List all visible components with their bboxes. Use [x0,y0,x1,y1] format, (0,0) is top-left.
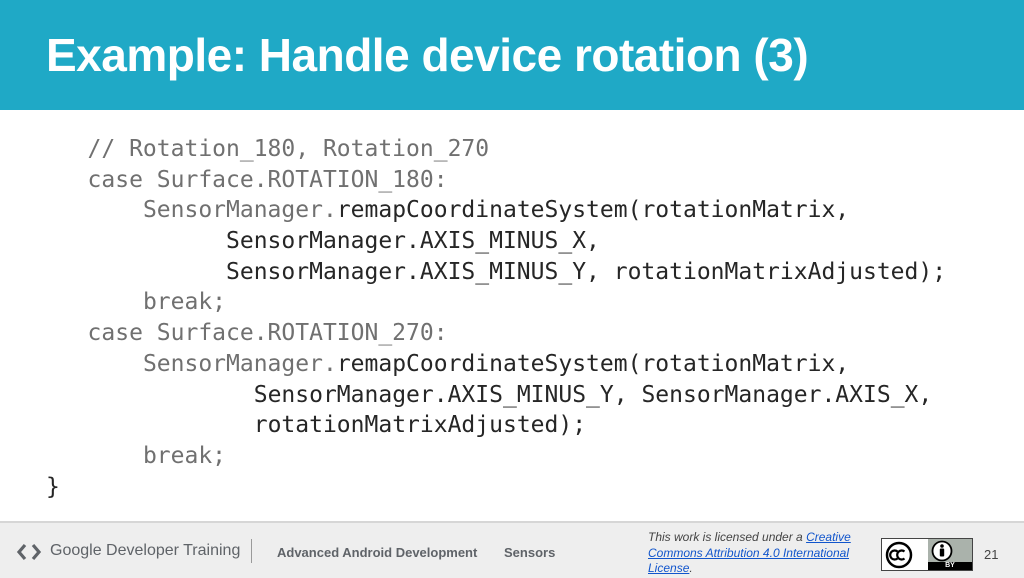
google-developers-logo-icon [16,543,42,561]
license-notice: This work is licensed under a Creative C… [648,530,873,577]
code-line: } [46,472,946,503]
footer-divider [251,539,252,563]
slide-header: Example: Handle device rotation (3) [0,0,1024,110]
code-line: break; [46,287,946,318]
code-token: break; [142,289,227,316]
code-line: SensorManager.remapCoordinateSystem(rota… [46,349,946,380]
code-token: break; [142,442,227,469]
slide-footer: Google Developer Training Advanced Andro… [0,521,1024,578]
code-line: SensorManager.AXIS_MINUS_Y, rotationMatr… [46,257,946,288]
code-block: // Rotation_180, Rotation_270 case Surfa… [46,134,946,502]
license-suffix: . [689,561,693,575]
code-token: SensorManager. [142,350,337,377]
code-token: SensorManager. [142,197,337,224]
code-token: // Rotation_180, Rotation_270 [87,136,490,162]
topic-name: Sensors [504,545,556,560]
code-line: case Surface.ROTATION_180: [46,165,946,196]
brand-name: Google Developer Training [50,542,241,559]
code-token: } [46,473,60,500]
code-token: SensorManager.AXIS_MINUS_Y, SensorManage… [253,381,933,408]
license-prefix: This work is licensed under a [648,530,807,544]
code-line: SensorManager.remapCoordinateSystem(rota… [46,195,946,226]
code-token: SensorManager.AXIS_MINUS_Y, rotationMatr… [226,258,947,285]
code-line: case Surface.ROTATION_270: [46,318,946,349]
page-number: 21 [984,547,999,562]
course-name: Advanced Android Development [277,545,478,560]
code-line: // Rotation_180, Rotation_270 [46,134,946,165]
code-line: SensorManager.AXIS_MINUS_X, [46,226,946,257]
code-token: case Surface.ROTATION_180: [87,166,448,193]
code-line: rotationMatrixAdjusted); [46,410,946,441]
slide-title: Example: Handle device rotation (3) [46,29,809,81]
code-token: remapCoordinateSystem(rotationMatrix, [336,350,850,377]
code-token: rotationMatrixAdjusted); [253,412,587,439]
code-line: SensorManager.AXIS_MINUS_Y, SensorManage… [46,380,946,411]
code-line: break; [46,441,946,472]
code-token: case Surface.ROTATION_270: [87,320,448,347]
code-token: remapCoordinateSystem(rotationMatrix, [336,197,850,224]
code-token: SensorManager.AXIS_MINUS_X, [226,228,600,255]
cc-by-badge-icon[interactable]: BY [881,538,973,571]
